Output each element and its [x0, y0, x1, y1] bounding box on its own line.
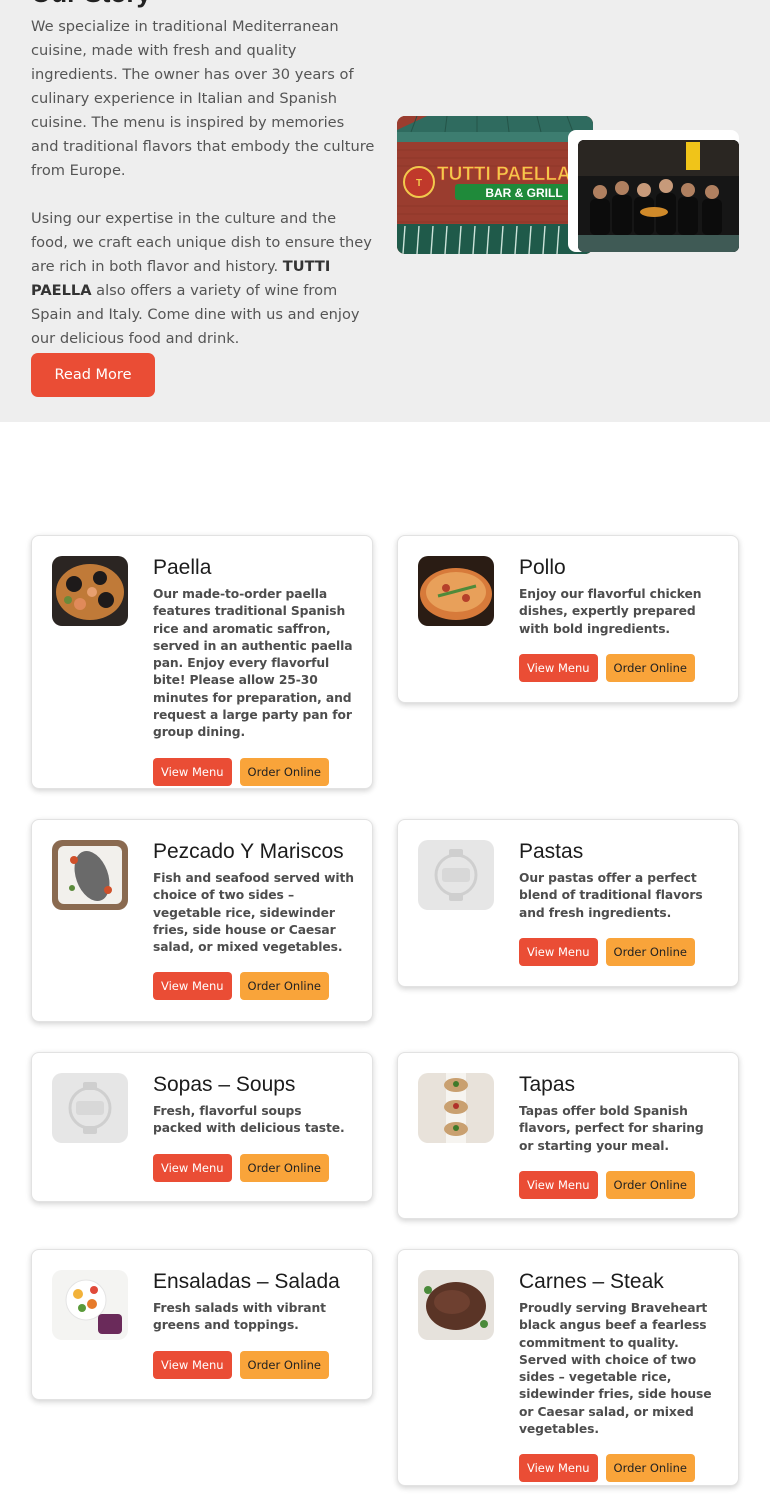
menu-card-pezcado-y-mariscos: Pezcado Y Mariscos Fish and seafood serv…: [31, 819, 373, 1022]
storefront-sign-text: TUTTI PAELLA: [437, 164, 571, 185]
card-title: Paella: [153, 556, 212, 579]
card-title: Pastas: [519, 840, 584, 863]
order-online-button[interactable]: Order Online: [605, 1454, 695, 1483]
logo-placeholder-icon: [52, 1073, 128, 1143]
about-paragraph-2: Using our expertise in the culture and t…: [31, 210, 372, 347]
card-title: Carnes – Steak: [519, 1270, 664, 1293]
card-description: Fish and seafood served with choice of t…: [153, 871, 354, 955]
view-menu-button[interactable]: View Menu: [153, 757, 232, 786]
view-menu-button[interactable]: View Menu: [153, 1350, 232, 1379]
steak-image: [418, 1270, 494, 1340]
paella-image: [52, 556, 128, 626]
about-heading: Our Story: [31, 0, 151, 9]
order-online-button[interactable]: Order Online: [605, 937, 695, 966]
view-menu-button[interactable]: View Menu: [519, 1454, 598, 1483]
card-description: Our pastas offer a perfect blend of trad…: [519, 871, 703, 920]
view-menu-button[interactable]: View Menu: [153, 1153, 232, 1182]
order-online-button[interactable]: Order Online: [605, 1170, 695, 1199]
fish-image: [52, 840, 128, 910]
view-menu-button[interactable]: View Menu: [153, 972, 232, 1001]
card-title: Ensaladas – Salada: [153, 1270, 340, 1293]
order-online-button[interactable]: Order Online: [605, 653, 695, 682]
salad-image: [52, 1270, 128, 1340]
menu-card-sopas: Sopas – Soups Fresh, flavorful soups pac…: [31, 1052, 373, 1202]
logo-placeholder-icon: [418, 840, 494, 910]
card-description: Fresh, flavorful soups packed with delic…: [153, 1104, 345, 1136]
menu-card-ensaladas: Ensaladas – Salada Fresh salads with vib…: [31, 1249, 373, 1400]
view-menu-button[interactable]: View Menu: [519, 653, 598, 682]
view-menu-button[interactable]: View Menu: [519, 1170, 598, 1199]
view-menu-button[interactable]: View Menu: [519, 937, 598, 966]
order-online-button[interactable]: Order Online: [239, 1350, 329, 1379]
card-title: Tapas: [519, 1073, 576, 1096]
team-photo: [578, 140, 739, 252]
card-description: Proudly serving Braveheart black angus b…: [519, 1301, 712, 1437]
card-description: Fresh salads with vibrant greens and top…: [153, 1301, 326, 1333]
menu-card-pollo: Pollo Enjoy our flavorful chicken dishes…: [397, 535, 739, 703]
order-online-button[interactable]: Order Online: [239, 757, 329, 786]
card-description: Enjoy our flavorful chicken dishes, expe…: [519, 587, 702, 636]
read-more-button[interactable]: Read More: [31, 353, 155, 397]
menu-card-pastas: Pastas Our pastas offer a perfect blend …: [397, 819, 739, 987]
menu-card-paella: Paella Our made-to-order paella features…: [31, 535, 373, 789]
tapas-image: [418, 1073, 494, 1143]
order-online-button[interactable]: Order Online: [239, 972, 329, 1001]
about-text: We specialize in traditional Mediterrane…: [31, 15, 376, 375]
about-section: Our Story We specialize in traditional M…: [0, 0, 770, 422]
card-title: Sopas – Soups: [153, 1073, 296, 1096]
order-online-button[interactable]: Order Online: [239, 1153, 329, 1182]
card-title: Pollo: [519, 556, 566, 579]
pollo-image: [418, 556, 494, 626]
card-title: Pezcado Y Mariscos: [153, 840, 344, 863]
menu-card-tapas: Tapas Tapas offer bold Spanish flavors, …: [397, 1052, 739, 1219]
about-paragraph-1: We specialize in traditional Mediterrane…: [31, 18, 375, 179]
storefront-photo: T TUTTI PAELLA BAR & GRILL: [397, 116, 593, 254]
svg-text:T: T: [416, 178, 422, 189]
menu-card-carnes: Carnes – Steak Proudly serving Bravehear…: [397, 1249, 739, 1486]
card-description: Tapas offer bold Spanish flavors, perfec…: [519, 1104, 704, 1153]
card-description: Our made-to-order paella features tradit…: [153, 587, 353, 740]
storefront-sign-subtext: BAR & GRILL: [485, 186, 562, 200]
